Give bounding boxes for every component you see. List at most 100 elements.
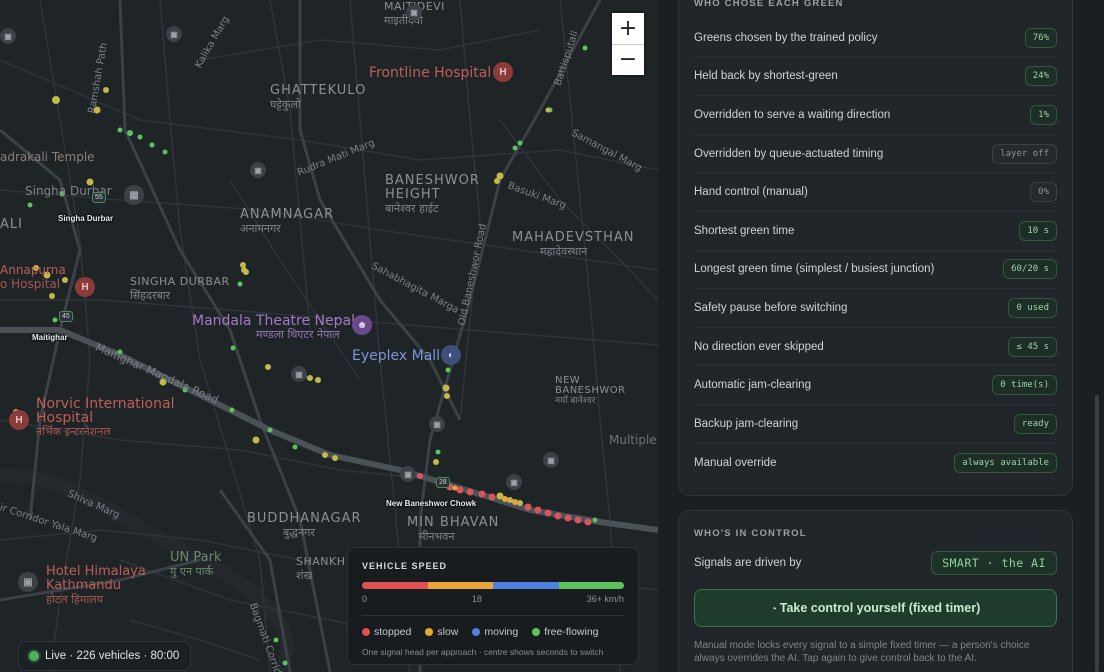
card-title: WHO CHOSE EACH GREEN xyxy=(694,0,844,9)
stat-row: Safety pause before switching 0 used xyxy=(694,289,1057,328)
place-singha-durbar: SINGHA DURBAR सिंहदरबार xyxy=(130,275,230,302)
stat-row: Greens chosen by the trained policy 76% xyxy=(694,19,1057,58)
legend-dot-icon xyxy=(472,628,481,636)
speed-legend-items: stopped slow moving free-flowing xyxy=(362,626,624,638)
shopping-icon: ◐ xyxy=(441,345,461,365)
speed-band-free xyxy=(558,582,624,589)
hospital-icon: H xyxy=(75,277,95,297)
legend-dot-icon xyxy=(425,628,434,636)
bus-stop-icon: ▣ xyxy=(543,452,559,468)
stat-value-badge: ready xyxy=(1013,413,1057,434)
stat-label: Overridden to serve a waiting direction xyxy=(694,108,891,121)
live-status: Live · 226 vehicles · 80:00 xyxy=(18,641,192,671)
road-label: ALI xyxy=(0,217,23,232)
stat-label: Shortest green time xyxy=(694,224,795,237)
bus-stop-icon: ▣ xyxy=(400,466,416,482)
legend-item-moving: moving xyxy=(472,626,518,638)
junction-countdown[interactable]: 28 xyxy=(436,477,450,488)
zoom-control: + − xyxy=(612,13,644,75)
speed-ticks: 0 18 36+ km/h xyxy=(362,594,624,604)
landmark-norvic-hospital: Norvic International Hospital नर्भिक इन्ट… xyxy=(36,396,175,438)
side-panel[interactable]: WHO CHOSE EACH GREEN Greens chosen by th… xyxy=(658,0,1104,672)
stat-value-badge: 76% xyxy=(1024,27,1057,48)
stat-row: Hand control (manual) 0% xyxy=(694,173,1057,212)
stat-value-badge: 10 s xyxy=(1019,220,1057,241)
stat-label: Automatic jam-clearing xyxy=(694,379,811,392)
panel-scrollbar[interactable] xyxy=(1095,395,1099,672)
traffic-map[interactable]: GHATTEKULO घट्टेकुलो ANAMNAGAR अनामनगर BAN… xyxy=(0,0,658,672)
speed-tick: 36+ km/h xyxy=(586,594,624,604)
junction-countdown[interactable]: 45 xyxy=(59,311,73,322)
legend-item-free-flowing: free-flowing xyxy=(532,626,599,638)
landmark-eyeplex-mall: Eyeplex Mall xyxy=(352,348,441,364)
stat-row: Backup jam-clearing ready xyxy=(694,405,1057,444)
zoom-in-button[interactable]: + xyxy=(612,13,644,44)
legend-item-stopped: stopped xyxy=(362,626,411,638)
driver-badge: SMART · the AI xyxy=(931,551,1057,575)
landmark-un-park: UN Park यु एन पार्क xyxy=(170,550,222,579)
landmark-bhadrakali-temple: adrakali Temple xyxy=(0,150,95,164)
landmark-frontline-hospital: Frontline Hospital xyxy=(369,65,492,81)
legend-dot-icon xyxy=(362,628,370,636)
stat-value-badge: 0 used xyxy=(1008,297,1057,318)
speed-band-slow xyxy=(427,582,493,589)
place-mahadevsthan: MAHADEVSTHAN महादेवस्थान xyxy=(512,230,635,259)
stat-label: Greens chosen by the trained policy xyxy=(694,31,878,44)
hospital-icon: H xyxy=(9,410,29,430)
junction-label-maitighar[interactable]: Maitighar xyxy=(32,333,68,342)
stat-label: No direction ever skipped xyxy=(694,340,824,353)
take-control-button[interactable]: ◔ Take control yourself (fixed timer) xyxy=(694,589,1057,627)
stat-value-badge: ≤ 45 s xyxy=(1008,336,1057,357)
vehicle-speed-legend: VEHICLE SPEED 0 18 36+ km/h stopped slow… xyxy=(347,547,639,665)
driver-row: Signals are driven by SMART · the AI xyxy=(679,551,1072,575)
hotel-icon: ▣ xyxy=(18,572,38,592)
stat-value-badge: 0 time(s) xyxy=(992,375,1057,396)
stat-value-badge: 0% xyxy=(1030,182,1057,203)
speed-band-moving xyxy=(493,582,559,589)
speed-band-stopped xyxy=(362,582,428,589)
bus-stop-icon: ▣ xyxy=(166,26,182,42)
place-buddhanagar: BUDDHANAGAR बुद्धनगर xyxy=(247,511,362,540)
stat-row: Overridden by queue-actuated timing layer… xyxy=(694,135,1057,174)
stat-value-badge: layer off xyxy=(992,143,1057,164)
greens-card: WHO CHOSE EACH GREEN Greens chosen by th… xyxy=(678,0,1073,496)
legend-title: VEHICLE SPEED xyxy=(362,561,448,571)
speed-tick: 18 xyxy=(471,594,482,604)
card-title: WHO'S IN CONTROL xyxy=(694,528,807,539)
stat-row: Longest green time (simplest / busiest j… xyxy=(694,251,1057,290)
speed-gradient-bar xyxy=(362,582,624,589)
stat-value-badge: 24% xyxy=(1024,66,1057,87)
stat-row: Shortest green time 10 s xyxy=(694,212,1057,251)
bus-stop-icon: ▣ xyxy=(250,162,266,178)
junction-label-singha-durbar[interactable]: Singha Durbar xyxy=(58,214,113,223)
place-anamnagar: ANAMNAGAR अनामनगर xyxy=(240,207,335,236)
stat-row: Manual override always available xyxy=(694,444,1057,483)
landmark-hotel-himalaya: Hotel Himalaya Kathmandu होटल हिमालय xyxy=(46,564,146,607)
stat-label: Overridden by queue-actuated timing xyxy=(694,147,884,160)
manual-mode-note: Manual mode locks every signal to a simp… xyxy=(694,640,1030,664)
zoom-out-button[interactable]: − xyxy=(612,44,644,75)
live-status-text: Live · 226 vehicles · 80:00 xyxy=(45,650,180,662)
stat-label: Longest green time (simplest / busiest j… xyxy=(694,263,935,276)
theatre-icon: ☻ xyxy=(352,315,372,335)
control-card: WHO'S IN CONTROL Signals are driven by S… xyxy=(678,510,1073,672)
place-shankh: SHANKH शंख xyxy=(296,555,346,582)
stat-value-badge: 1% xyxy=(1030,104,1057,125)
speed-tick: 0 xyxy=(362,594,368,604)
policy-stats: Greens chosen by the trained policy 76% He… xyxy=(679,19,1072,482)
place-min-bhavan: MIN BHAVAN मीनभवन xyxy=(407,515,500,544)
landmark-mandala-theatre: Mandala Theatre Nepal मण्डला थिएटर नेपाल xyxy=(192,313,355,341)
legend-dot-icon xyxy=(532,628,541,636)
junction-label-new-baneshwor[interactable]: New Baneshwor Chowk xyxy=(386,499,476,508)
junction-countdown[interactable]: 55 xyxy=(92,192,106,203)
landmark-multiple: Multiple xyxy=(609,433,657,447)
legend-item-slow: slow xyxy=(425,626,458,638)
bus-stop-icon: ▣ xyxy=(506,474,522,490)
timer-icon: ◔ xyxy=(770,604,777,615)
place-baneshwor-height: BANESHWOR HEIGHT बानेश्वर हाईट xyxy=(385,173,480,216)
stat-value-badge: 60/20 s xyxy=(1003,259,1057,280)
stat-label: Manual override xyxy=(694,456,777,469)
stat-label: Held back by shortest-green xyxy=(694,70,838,83)
place-ghattekulo: GHATTEKULO घट्टेकुलो xyxy=(270,83,367,112)
bus-stop-icon: ▣ xyxy=(406,4,422,20)
